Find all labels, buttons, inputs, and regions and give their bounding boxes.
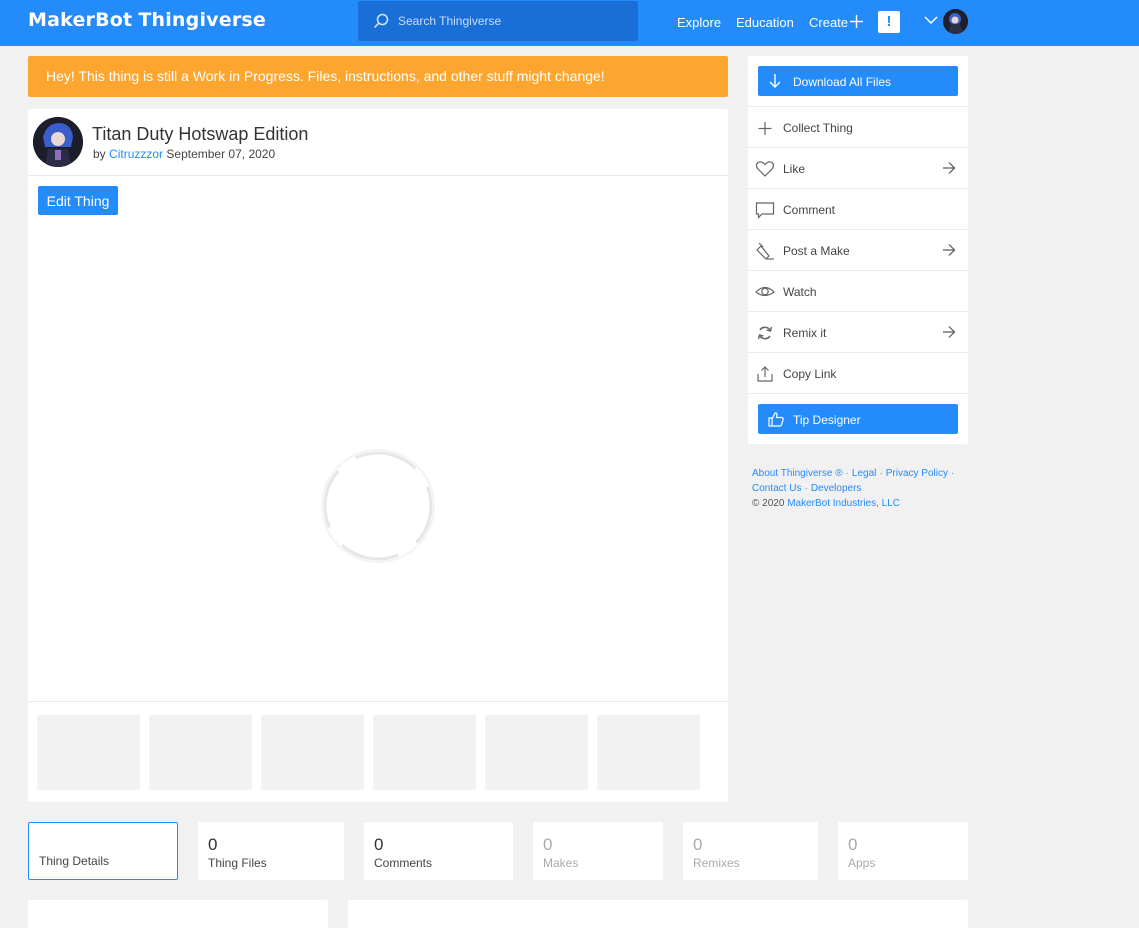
comment-label: Comment	[783, 203, 836, 217]
logo-thingiverse: Thingiverse	[138, 9, 267, 31]
heart-icon	[755, 161, 775, 177]
post-a-make-label: Post a Make	[783, 244, 850, 258]
legal-link[interactable]: Legal	[852, 468, 876, 479]
arrow-right-icon	[943, 162, 956, 174]
thumbnail[interactable]	[373, 715, 476, 790]
thumbnail[interactable]	[37, 715, 140, 790]
tab-makes[interactable]: 0 Makes	[533, 822, 663, 880]
remix-icon	[757, 326, 773, 340]
nav-explore[interactable]: Explore	[677, 15, 721, 30]
search-box[interactable]	[358, 1, 638, 41]
watch-label: Watch	[783, 285, 817, 299]
thing-title: Titan Duty Hotswap Edition	[92, 124, 309, 144]
thing-byline: by Citruzzzor September 07, 2020	[93, 147, 275, 161]
search-input[interactable]	[398, 11, 628, 31]
tab-count: 0	[374, 835, 384, 854]
user-avatar[interactable]	[943, 9, 968, 34]
download-all-files-button[interactable]: Download All Files	[758, 66, 958, 96]
tab-label: Thing Files	[208, 856, 267, 870]
plus-icon	[758, 122, 772, 135]
footer-line-3: © 2020 MakerBot Industries, LLC	[752, 496, 968, 511]
thumbnail-strip	[28, 701, 728, 802]
thing-header: Titan Duty Hotswap Edition by Citruzzzor…	[28, 109, 728, 176]
tip-designer-button[interactable]: Tip Designer	[758, 404, 958, 434]
tab-count: 0	[848, 835, 858, 854]
download-arrow-icon	[769, 74, 781, 88]
tab-label: Remixes	[693, 856, 740, 870]
developers-link[interactable]: Developers	[811, 483, 862, 494]
eye-icon	[755, 286, 775, 297]
post-a-make-action[interactable]: Post a Make	[748, 229, 968, 270]
collect-thing-label: Collect Thing	[783, 121, 853, 135]
arrow-right-icon	[943, 244, 956, 256]
like-label: Like	[783, 162, 806, 176]
tab-apps[interactable]: 0 Apps	[838, 822, 968, 880]
author-link[interactable]: Citruzzzor	[109, 147, 163, 161]
copy-link-label: Copy Link	[783, 367, 837, 381]
nav-create[interactable]: Create	[809, 15, 848, 30]
arrow-right-icon	[943, 326, 956, 338]
thumbnail[interactable]	[485, 715, 588, 790]
chevron-down-icon[interactable]	[924, 15, 938, 25]
tab-count: 0	[693, 835, 703, 854]
loading-spinner-icon	[321, 449, 435, 563]
thing-card: Titan Duty Hotswap Edition by Citruzzzor…	[28, 109, 728, 802]
create-plus-icon[interactable]	[849, 14, 864, 29]
makerbot-thingiverse-logo[interactable]: MakerBot Thingiverse	[28, 9, 266, 31]
download-all-files-label: Download All Files	[793, 75, 892, 89]
watch-action[interactable]: Watch	[748, 270, 968, 311]
top-navbar: MakerBotThingiverse Explore Education Cr…	[0, 0, 1139, 46]
remix-it-label: Remix it	[783, 326, 827, 340]
logo-makerbot: MakerBot	[28, 9, 133, 31]
summary-panel	[348, 900, 968, 928]
comment-action[interactable]: Comment	[748, 188, 968, 229]
author-avatar[interactable]	[33, 117, 83, 167]
comment-icon	[755, 202, 775, 219]
thumbnail[interactable]	[597, 715, 700, 790]
action-sidebar: Download All Files Collect Thing Like Co…	[748, 56, 968, 444]
contact-us-link[interactable]: Contact Us	[752, 483, 801, 494]
footer-line-1: About Thingiverse ® · Legal · Privacy Policy…	[752, 468, 955, 479]
copy-link-action[interactable]: Copy Link	[748, 352, 968, 393]
tab-thing-files[interactable]: 0 Thing Files	[198, 822, 344, 880]
footer-line-2: Contact Us · Developers	[752, 483, 862, 494]
thing-image-viewer[interactable]	[28, 176, 728, 701]
work-in-progress-banner: Hey! This thing is still a Work in Progr…	[28, 56, 728, 97]
tab-count: 0	[208, 835, 218, 854]
tab-label: Comments	[374, 856, 433, 870]
tab-remixes[interactable]: 0 Remixes	[683, 822, 818, 880]
thumbnail[interactable]	[261, 715, 364, 790]
pencil-icon	[756, 242, 774, 260]
tab-thing-details[interactable]: Thing Details	[28, 822, 178, 880]
tip-designer-label: Tip Designer	[793, 413, 861, 427]
publish-date: September 07, 2020	[166, 147, 276, 161]
about-thingiverse-link[interactable]: About Thingiverse ®	[752, 468, 843, 479]
remix-it-action[interactable]: Remix it	[748, 311, 968, 352]
thumbs-up-icon	[768, 412, 784, 427]
nav-education[interactable]: Education	[736, 15, 794, 30]
copyright-text: © 2020	[752, 498, 785, 509]
share-icon	[757, 366, 773, 382]
sidebar-footer-links: About Thingiverse ® · Legal · Privacy Policy…	[752, 466, 968, 511]
content-panel	[28, 900, 328, 928]
privacy-policy-link[interactable]: Privacy Policy	[886, 468, 948, 479]
byline-by: by	[93, 147, 106, 161]
thumbnail[interactable]	[149, 715, 252, 790]
tab-count: 0	[543, 835, 553, 854]
search-icon	[373, 13, 389, 29]
tab-label: Makes	[543, 856, 579, 870]
like-action[interactable]: Like	[748, 147, 968, 188]
tab-label: Thing Details	[39, 854, 110, 868]
collect-thing-action[interactable]: Collect Thing	[748, 106, 968, 147]
notification-alert-icon[interactable]: !	[878, 11, 900, 33]
tab-comments[interactable]: 0 Comments	[364, 822, 513, 880]
makerbot-industries-link[interactable]: MakerBot Industries, LLC	[787, 498, 900, 509]
tab-label: Apps	[848, 856, 876, 870]
